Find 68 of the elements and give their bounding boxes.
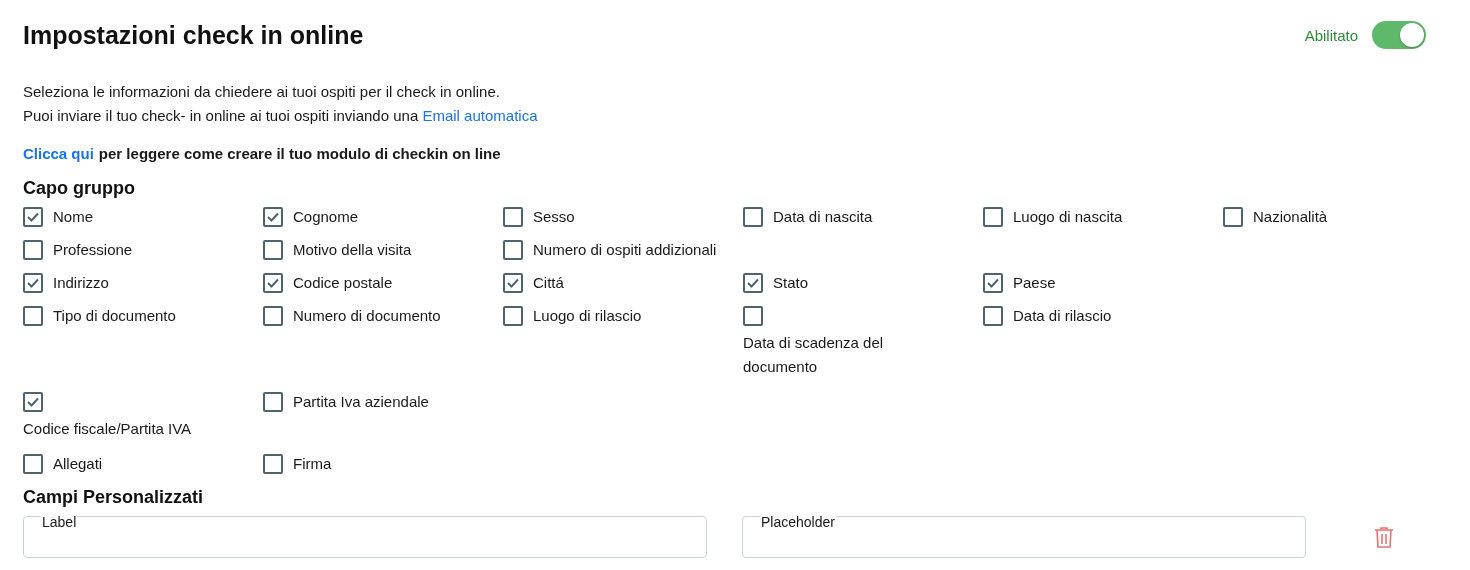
check-icon — [266, 277, 280, 289]
checkbox[interactable] — [263, 454, 283, 474]
checkbox-label: Sesso — [533, 207, 575, 227]
checkbox[interactable] — [263, 392, 283, 412]
checkbox[interactable] — [503, 207, 523, 227]
toggle-label: Abilitato — [1304, 26, 1358, 44]
checkbox[interactable] — [263, 306, 283, 326]
email-link[interactable]: Email automatica — [422, 107, 538, 124]
checkbox[interactable] — [23, 240, 43, 260]
checkbox[interactable] — [1223, 207, 1243, 227]
check-icon — [266, 211, 280, 223]
checkbox-label: Allegati — [53, 454, 103, 474]
checkbox[interactable] — [23, 392, 43, 412]
checkbox-label: Motivo della visita — [293, 240, 412, 260]
checkbox-label: Firma — [293, 454, 332, 474]
check-icon — [986, 277, 1000, 289]
checkbox-label: Luogo di rilascio — [533, 306, 642, 326]
checkbox[interactable] — [503, 306, 523, 326]
checkbox-label: Paese — [1013, 273, 1056, 293]
checkbox-label: Luogo di nascita — [1013, 207, 1123, 227]
check-icon — [506, 277, 520, 289]
checkbox[interactable] — [743, 207, 763, 227]
checkbox-label: Codice postale — [293, 273, 393, 293]
checkbox-label: Data di nascita — [773, 207, 873, 227]
help-text: per leggere come creare il tuo modulo di checkin on line — [98, 145, 501, 162]
help-link[interactable]: Clicca qui — [23, 145, 94, 162]
checkbox[interactable] — [263, 207, 283, 227]
checkbox-label: Tipo di documento — [53, 306, 176, 326]
checkbox[interactable] — [983, 207, 1003, 227]
checkbox[interactable] — [503, 273, 523, 293]
trash-icon — [1372, 525, 1396, 549]
checkbox[interactable] — [983, 306, 1003, 326]
check-icon — [746, 277, 760, 289]
checkbox-label: Cognome — [293, 207, 359, 227]
checkbox[interactable] — [23, 454, 43, 474]
intro-text: Seleziona le informazioni da chiedere ai tuoi ospiti per il check in online. — [23, 82, 501, 102]
checkbox-label: Numero di documento — [293, 306, 441, 326]
checkbox-label: Partita Iva aziendale — [293, 392, 429, 412]
checkbox-label: Nome — [53, 207, 93, 227]
checkbox[interactable] — [263, 240, 283, 260]
checkbox[interactable] — [263, 273, 283, 293]
intro-text: Puoi inviare il tuo check- in online ai tuoi ospiti inviando una — [23, 107, 419, 124]
checkbox-label: Cittá — [533, 273, 564, 293]
checkbox-label: Numero di ospiti addizionali — [533, 240, 717, 260]
checkbox[interactable] — [23, 273, 43, 293]
text-field[interactable]: Label — [23, 516, 707, 558]
check-icon — [26, 211, 40, 223]
page-title: Impostazioni check in online — [23, 20, 364, 50]
checkbox[interactable] — [503, 240, 523, 260]
text-field[interactable]: Placeholder — [742, 516, 1306, 558]
checkbox-label: Nazionalità — [1253, 207, 1328, 227]
section-title: Campi Personalizzati — [23, 487, 205, 508]
checkbox-label: Data di rilascio — [1013, 306, 1112, 326]
checkbox-label: Codice fiscale/Partita IVA — [23, 419, 192, 439]
checkbox-label: Stato — [773, 273, 809, 293]
checkbox[interactable] — [743, 306, 763, 326]
checkbox[interactable] — [743, 273, 763, 293]
check-icon — [26, 396, 40, 408]
checkbox[interactable] — [23, 207, 43, 227]
delete-button[interactable] — [1372, 525, 1396, 549]
check-icon — [26, 277, 40, 289]
checkbox[interactable] — [983, 273, 1003, 293]
checkbox-label: Professione — [53, 240, 133, 260]
enable-switch[interactable] — [1372, 21, 1426, 49]
checkbox-label: Data di scadenza del documento — [743, 333, 885, 377]
section-title: Capo gruppo — [23, 178, 136, 199]
checkbox[interactable] — [23, 306, 43, 326]
checkbox-label: Indirizzo — [53, 273, 109, 293]
